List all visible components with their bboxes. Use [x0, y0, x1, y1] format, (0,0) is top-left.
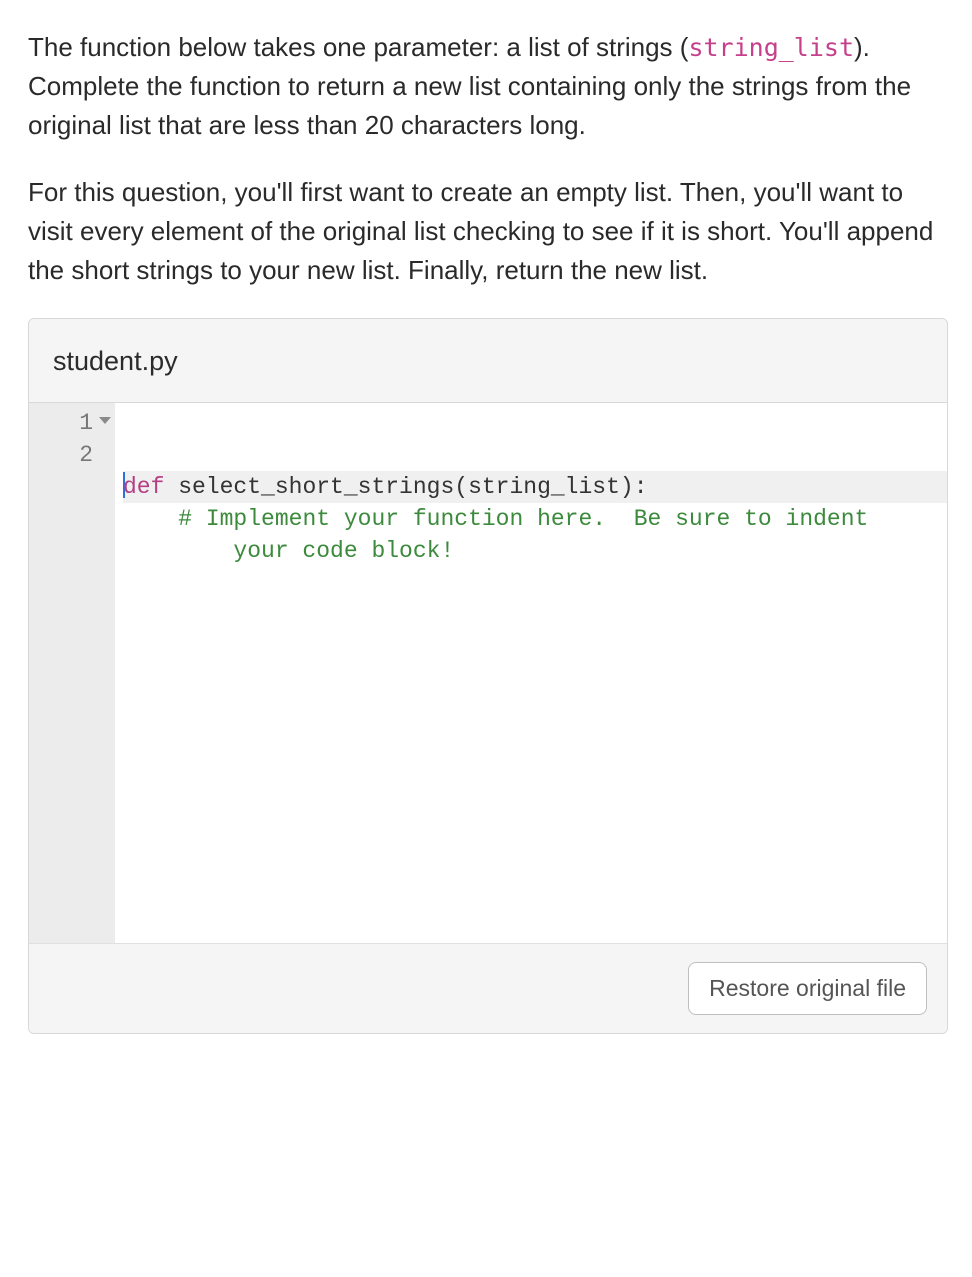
wrap-indent	[123, 535, 233, 567]
function-signature: select_short_strings(string_list):	[164, 474, 647, 500]
code-line-1[interactable]: def select_short_strings(string_list):	[123, 471, 947, 503]
fold-indicator-icon[interactable]	[99, 417, 111, 424]
keyword-def: def	[123, 474, 164, 500]
prompt-inline-code: string_list	[688, 33, 854, 62]
line-number-text: 1	[79, 407, 93, 439]
code-editor: student.py 1 2 def select_short_strings(…	[28, 318, 948, 1034]
line-number: 1	[29, 407, 115, 439]
restore-original-file-button[interactable]: Restore original file	[688, 962, 927, 1015]
prompt-p1-a: The function below takes one parameter: …	[28, 32, 688, 62]
line-number: 2	[29, 439, 115, 471]
question-prompt: The function below takes one parameter: …	[28, 28, 948, 290]
prompt-paragraph-2: For this question, you'll first want to …	[28, 173, 948, 290]
code-area[interactable]: 1 2 def select_short_strings(string_list…	[29, 403, 947, 943]
line-number-gutter: 1 2	[29, 403, 115, 943]
code-content[interactable]: def select_short_strings(string_list): #…	[115, 403, 947, 943]
prompt-paragraph-1: The function below takes one parameter: …	[28, 28, 948, 145]
code-line-2-wrap[interactable]: your code block!	[123, 535, 947, 567]
line-number-text: 2	[79, 439, 93, 471]
comment-text: # Implement your function here. Be sure …	[178, 506, 868, 532]
indent	[123, 506, 178, 532]
comment-text-wrap: your code block!	[233, 538, 454, 564]
code-line-2[interactable]: # Implement your function here. Be sure …	[123, 503, 947, 535]
editor-footer: Restore original file	[29, 943, 947, 1033]
editor-filename: student.py	[29, 319, 947, 403]
